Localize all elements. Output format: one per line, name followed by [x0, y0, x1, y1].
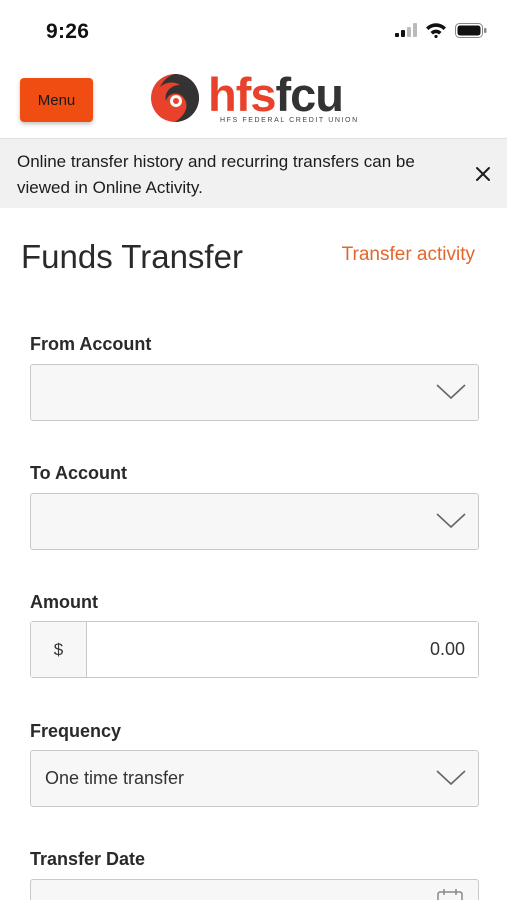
app-header: Menu hfsfcu HFS FEDERAL CREDIT UNION [0, 62, 507, 138]
calendar-icon [437, 889, 463, 900]
battery-icon [455, 22, 487, 38]
info-banner: Online transfer history and recurring tr… [0, 138, 507, 208]
from-account-label: From Account [30, 334, 152, 354]
from-account-select[interactable] [30, 364, 479, 421]
logo[interactable]: hfsfcu HFS FEDERAL CREDIT UNION [150, 71, 359, 124]
chevron-down-icon [436, 384, 466, 400]
frequency-value: One time transfer [45, 768, 185, 788]
amount-field-group: $ [30, 621, 479, 678]
logo-word-hfs: hfs [208, 68, 276, 121]
status-bar: 9:26 [0, 0, 507, 62]
status-icons [395, 22, 487, 38]
close-banner-button[interactable] [471, 162, 495, 186]
info-banner-text: Online transfer history and recurring tr… [17, 152, 415, 197]
logo-mark-icon [151, 74, 199, 122]
logo-subtitle: HFS FEDERAL CREDIT UNION [220, 117, 359, 124]
transfer-date-label: Transfer Date [30, 849, 146, 869]
wifi-icon [426, 23, 446, 38]
logo-wordmark: hfsfcu [208, 71, 359, 119]
amount-label: Amount [30, 592, 98, 612]
chevron-down-icon [436, 513, 466, 529]
frequency-label: Frequency [30, 721, 122, 741]
to-account-label: To Account [30, 463, 127, 483]
page-title: Funds Transfer [21, 238, 243, 275]
logo-word-fcu: fcu [275, 68, 344, 121]
close-icon [476, 167, 490, 181]
transfer-date-input[interactable] [30, 879, 479, 900]
status-time: 9:26 [46, 20, 90, 43]
to-account-select[interactable] [30, 493, 479, 550]
menu-button[interactable]: Menu [20, 78, 93, 122]
chevron-down-icon [436, 770, 466, 786]
transfer-activity-link[interactable]: Transfer activity [342, 244, 475, 266]
frequency-select[interactable]: One time transfer [30, 750, 479, 807]
signal-icon [395, 23, 417, 37]
amount-input[interactable] [87, 622, 478, 677]
currency-prefix: $ [31, 622, 87, 677]
